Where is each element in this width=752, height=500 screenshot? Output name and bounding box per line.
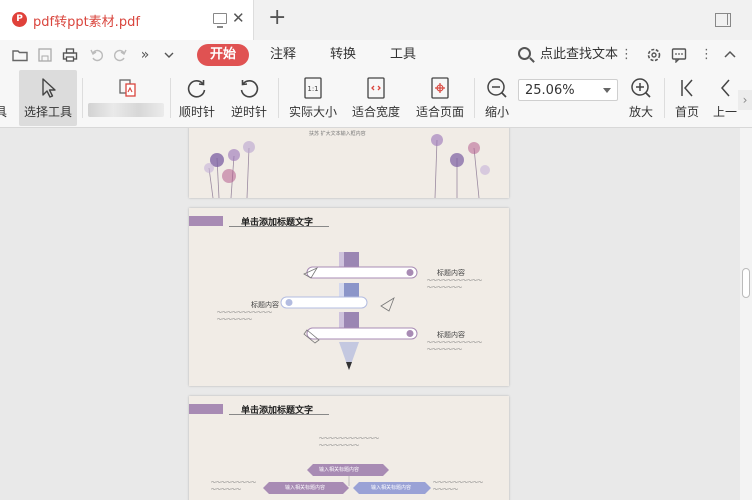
select-tool-button[interactable]: 选择工具 (19, 70, 77, 126)
more-chevron-icon[interactable]: » (137, 47, 153, 63)
window-layout-icon[interactable] (715, 13, 731, 27)
fit-width-button[interactable]: 适合宽度 (348, 70, 404, 126)
body-text-left: ～～～～～～～～～～～～～～～ (211, 480, 257, 493)
hidden-tool-partial[interactable]: 具 (0, 70, 8, 126)
customize-dropdown-icon[interactable] (161, 47, 177, 63)
print-icon[interactable] (62, 47, 78, 63)
save-icon[interactable] (37, 47, 53, 63)
actual-size-button[interactable]: 1:1 实际大小 (285, 70, 341, 126)
first-page-icon (681, 79, 693, 97)
document-tab[interactable]: P pdf转ppt素材.pdf ✕ (0, 0, 254, 40)
redacted-label (88, 103, 164, 117)
heading-right-bottom: 标题内容 (437, 331, 465, 339)
rotate-counterclockwise-button[interactable]: 逆时针 (224, 70, 274, 126)
cursor-arrow-icon (42, 78, 56, 98)
actual-size-label: 实际大小 (288, 105, 337, 119)
search-icon[interactable] (518, 47, 531, 60)
rotate-counterclockwise-label: 逆时针 (230, 105, 267, 119)
collapse-ribbon-icon[interactable] (722, 47, 738, 63)
pdf-icon: P (12, 12, 27, 27)
settings-gear-icon[interactable] (646, 47, 662, 63)
body-text-right-bottom: ～～～～～～～～～～～～～～～～～～ (427, 340, 483, 353)
first-page-label: 首页 (674, 105, 699, 119)
overflow-menu-icon[interactable]: ⋮ (700, 45, 713, 65)
body-text-right: ～～～～～～～～～～～～～～～ (433, 480, 484, 493)
zoom-out-icon (487, 78, 507, 98)
toolbar-divider (664, 78, 665, 118)
flow-label-right: 输入相关标题内容 (371, 485, 412, 491)
toolbar-divider (278, 78, 279, 118)
fit-width-label: 适合宽度 (351, 105, 400, 119)
pdf-page-1: ～～～～～～～～～～～～～～ 扶苏 扩大文本输入框内容 (189, 128, 509, 198)
toolbar-scroll-right-icon[interactable]: › (738, 90, 752, 110)
rotate-ccw-icon (240, 80, 259, 98)
pdf-page-2: 单击添加标题文字 标题内容 ～～～～～～～～～～～～～～～～～～ 标题内容 ～～… (189, 208, 509, 386)
toolbar-divider (474, 78, 475, 118)
previous-page-icon (721, 79, 730, 97)
heading-right-top: 标题内容 (437, 269, 465, 277)
open-folder-icon[interactable] (12, 47, 28, 63)
dandelion-illustration-left (204, 134, 490, 198)
flow-label-top: 输入相关标题内容 (319, 467, 360, 473)
actual-size-icon: 1:1 (304, 77, 322, 99)
toolbar-divider (82, 78, 83, 118)
select-tool-label: 选择工具 (23, 105, 72, 119)
svg-text:1:1: 1:1 (307, 85, 318, 93)
rotate-cw-icon (187, 80, 206, 98)
zoom-in-label: 放大 (628, 105, 653, 119)
vertical-scrollbar[interactable] (740, 128, 752, 500)
body-text-right-top: ～～～～～～～～～～～～～～～～～～ (427, 278, 483, 291)
body-text-left: ～～～～～～～～～～～～～～～～～～ (217, 310, 273, 323)
feedback-icon[interactable] (671, 47, 687, 64)
pdf-to-image-button[interactable] (100, 70, 154, 126)
zoom-out-button[interactable]: 缩小 (480, 70, 514, 126)
first-page-button[interactable]: 首页 (670, 70, 704, 126)
document-viewport[interactable]: ～～～～～～～～～～～～～～ 扶苏 扩大文本输入框内容 单击添加标题文字 (0, 128, 740, 500)
previous-page-button[interactable]: 上一 (710, 70, 740, 126)
find-text-link[interactable]: 点此查找文本 (540, 45, 618, 65)
tab-tools[interactable]: 工具 (390, 45, 416, 65)
toolbar-divider (170, 78, 171, 118)
redo-icon[interactable] (112, 47, 128, 63)
zoom-out-label: 缩小 (484, 105, 509, 119)
zoom-level-select[interactable]: 25.06% (518, 79, 618, 101)
zoom-in-icon (631, 78, 651, 98)
menu-row: » 开始 注释 转换 工具 点此查找文本 ⋮ ⋮ (0, 40, 752, 70)
heading-left: 标题内容 (251, 301, 279, 309)
dropdown-arrow-icon (603, 88, 611, 93)
more-options-icon[interactable]: ⋮ (620, 45, 633, 65)
tab-annotate[interactable]: 注释 (270, 45, 296, 65)
tab-start[interactable]: 开始 (197, 44, 249, 66)
pencil-infographic (280, 252, 418, 370)
fit-page-button[interactable]: 适合页面 (412, 70, 468, 126)
zoom-level-value: 25.06% (525, 83, 575, 98)
scrollbar-thumb[interactable] (742, 268, 750, 298)
document-tab-title: pdf转ppt素材.pdf (33, 15, 140, 30)
rotate-clockwise-label: 顺时针 (178, 105, 215, 119)
tab-convert[interactable]: 转换 (330, 45, 356, 65)
zoom-in-button[interactable]: 放大 (624, 70, 658, 126)
fit-width-icon (367, 77, 385, 99)
screen-icon[interactable] (213, 13, 227, 28)
fit-page-label: 适合页面 (415, 105, 464, 119)
close-tab-icon[interactable]: ✕ (232, 9, 245, 27)
previous-page-label: 上一 (712, 105, 737, 119)
new-tab-button[interactable]: + (268, 6, 286, 30)
ribbon-toolbar: 具 选择工具 顺时针 逆时针 1:1 实际大小 适合宽度 适合页面 缩小 25.… (0, 70, 752, 128)
file-convert-icon (119, 79, 136, 97)
pdf-page-3: 单击添加标题文字 ～～～～～～～～～～～～～～～～～～～～ 输入相关标题内容 输… (189, 396, 509, 500)
fit-page-icon (431, 77, 449, 99)
flow-label-left: 输入相关标题内容 (285, 485, 326, 491)
rotate-clockwise-button[interactable]: 顺时针 (172, 70, 222, 126)
tab-bar: P pdf转ppt素材.pdf ✕ + (0, 0, 752, 40)
undo-icon[interactable] (89, 47, 105, 63)
